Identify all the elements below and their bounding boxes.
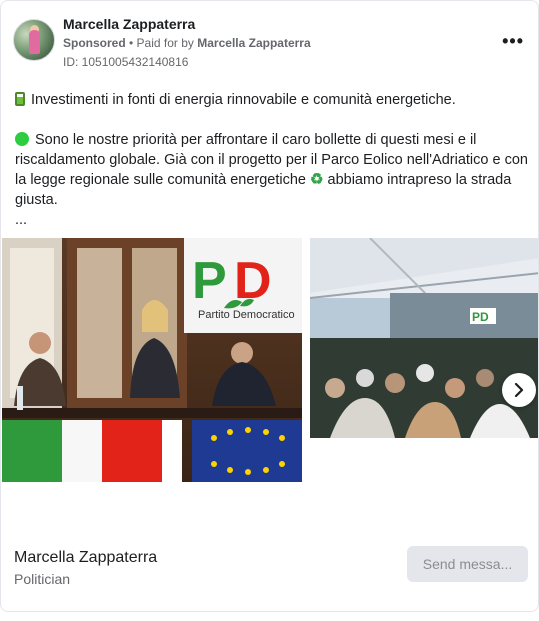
event-photo-2: PD: [310, 238, 538, 438]
ad-id: ID: 1051005432140816: [63, 55, 189, 69]
post-text: Investimenti in fonti di energia rinnova…: [15, 90, 529, 230]
chevron-right-icon: [514, 383, 524, 397]
carousel-image-1[interactable]: P D Partito Democratico: [2, 238, 302, 482]
sponsored-label: Sponsored: [63, 36, 126, 50]
send-message-button[interactable]: Send messa...: [407, 546, 528, 582]
carousel-next-button[interactable]: [502, 373, 536, 407]
green-circle-icon: [15, 132, 29, 146]
paid-for-prefix: • Paid for by: [125, 36, 198, 50]
footer-page-name[interactable]: Marcella Zappaterra: [14, 549, 157, 567]
avatar-figure: [29, 30, 40, 54]
footer-page-category: Politician: [14, 571, 71, 587]
post-line-1: Investimenti in fonti di energia rinnova…: [31, 92, 456, 108]
pd-logo-p: P: [192, 252, 227, 310]
ad-header: Marcella Zappaterra Sponsored • Paid for…: [13, 13, 526, 73]
event-photo-1: P D Partito Democratico: [2, 238, 302, 482]
pd-caption: Partito Democratico: [198, 309, 295, 321]
post-ellipsis[interactable]: ...: [15, 210, 529, 230]
ad-card: Marcella Zappaterra Sponsored • Paid for…: [0, 0, 539, 612]
carousel-image-2[interactable]: PD: [310, 238, 538, 438]
sponsored-line: Sponsored • Paid for by Marcella Zappate…: [63, 36, 311, 50]
image-carousel: P D Partito Democratico PD: [1, 238, 538, 482]
banner-pd: PD: [472, 310, 489, 324]
battery-icon: [15, 92, 25, 106]
advertiser-avatar[interactable]: [13, 19, 55, 61]
more-options-icon[interactable]: •••: [502, 31, 524, 52]
recycle-icon: ♻: [310, 171, 324, 188]
paid-for-name: Marcella Zappaterra: [197, 36, 311, 50]
advertiser-name[interactable]: Marcella Zappaterra: [63, 16, 195, 32]
